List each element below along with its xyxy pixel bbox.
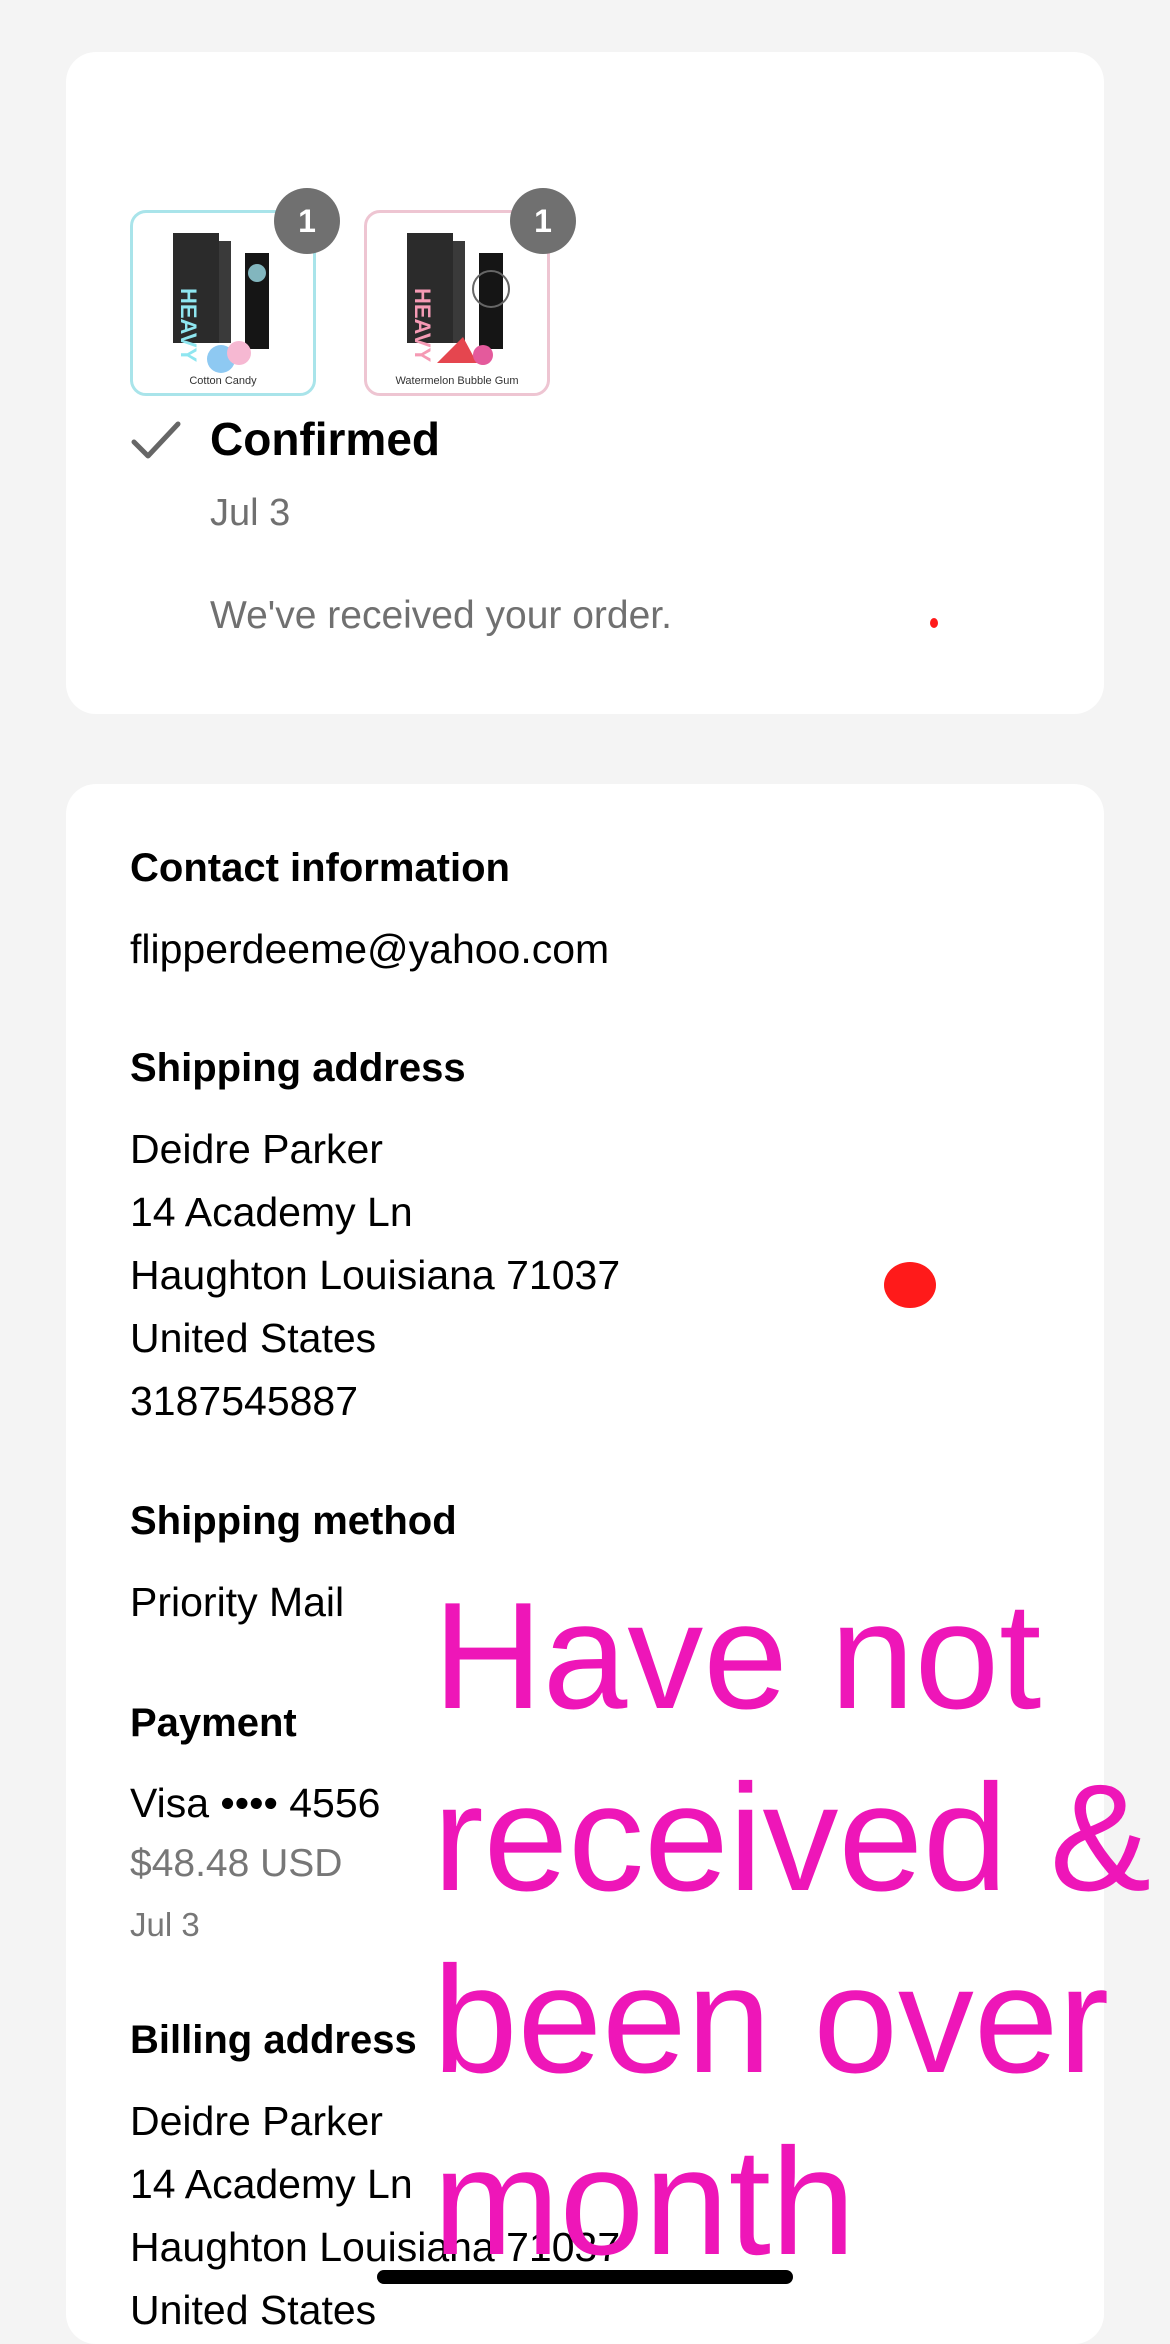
quantity-badge: 1 (510, 188, 576, 254)
home-indicator[interactable] (377, 2270, 793, 2284)
quantity-badge: 1 (274, 188, 340, 254)
svg-text:HEAVY: HEAVY (410, 288, 435, 362)
shipping-street: 14 Academy Ln (130, 1189, 413, 1235)
checkmark-icon (131, 421, 181, 459)
status-date: Jul 3 (210, 492, 291, 534)
billing-street: 14 Academy Ln (130, 2161, 413, 2207)
status-title: Confirmed (210, 413, 440, 465)
payment-card: Visa •••• 4556 (130, 1780, 381, 1826)
shipping-city: Haughton Louisiana 71037 (130, 1252, 621, 1298)
handwritten-annotation: Have not received & been over month (433, 1571, 1152, 2287)
shipping-country: United States (130, 1315, 377, 1361)
contact-heading: Contact information (130, 846, 510, 890)
order-status-card: HEAVY Cotton Candy 1 HEAVY Watermelon Bu… (66, 52, 1104, 714)
payment-date: Jul 3 (130, 1906, 200, 1943)
red-ink-mark (930, 618, 938, 628)
billing-address-heading: Billing address (130, 2018, 417, 2062)
shipping-method-heading: Shipping method (130, 1499, 457, 1543)
svg-text:HEAVY: HEAVY (176, 288, 201, 362)
thumbnail-caption: Cotton Candy (189, 375, 257, 387)
shipping-name: Deidre Parker (130, 1126, 383, 1172)
shipping-address-heading: Shipping address (130, 1046, 466, 1090)
thumbnail-caption: Watermelon Bubble Gum (395, 375, 519, 387)
status-message: We've received your order. (210, 594, 672, 637)
billing-name: Deidre Parker (130, 2098, 383, 2144)
payment-amount: $48.48 USD (130, 1842, 343, 1885)
red-ink-blot (884, 1262, 936, 1308)
shipping-phone[interactable]: 3187545887 (130, 1378, 358, 1425)
contact-email[interactable]: flipperdeeme@yahoo.com (130, 926, 609, 973)
shipping-method-value: Priority Mail (130, 1579, 345, 1625)
payment-heading: Payment (130, 1701, 297, 1745)
